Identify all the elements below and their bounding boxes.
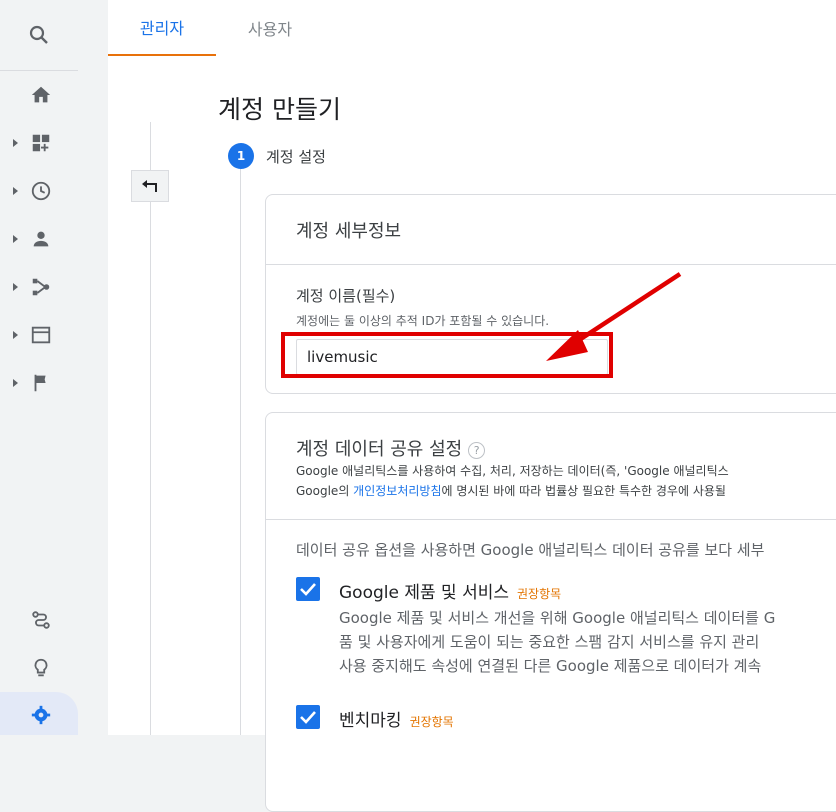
desc-prefix: Google의 bbox=[296, 484, 354, 498]
nav-attribution[interactable] bbox=[0, 600, 78, 640]
data-sharing-desc-line1: Google 애널리틱스를 사용하여 수집, 처리, 저장하는 데이터(즉, '… bbox=[296, 464, 729, 478]
card-divider bbox=[266, 264, 836, 265]
nav-audience[interactable] bbox=[0, 219, 78, 259]
nav-acquisition[interactable] bbox=[0, 267, 78, 307]
option-title: Google 제품 및 서비스 bbox=[339, 583, 509, 603]
nav-behavior[interactable] bbox=[0, 315, 78, 355]
option-benchmarking: 벤치마킹 권장항목 bbox=[339, 706, 454, 731]
data-sharing-desc-line2: Google의 개인정보처리방침에 명시된 바에 따라 법률상 필요한 특수한 … bbox=[296, 482, 726, 499]
expand-caret-icon bbox=[13, 187, 18, 195]
account-name-help: 계정에는 둘 이상의 추적 ID가 포함될 수 있습니다. bbox=[296, 314, 550, 328]
browser-window-icon bbox=[31, 326, 51, 344]
nav-home[interactable] bbox=[0, 75, 78, 115]
option-desc-line: 품 및 사용자에게 도움이 되는 중요한 스팸 감지 서비스를 유지 관리 bbox=[339, 633, 760, 651]
nav-customization[interactable] bbox=[0, 123, 78, 163]
option-desc-line: Google 제품 및 서비스 개선을 위해 Google 애널리틱스 데이터를… bbox=[339, 609, 776, 627]
back-arrow-icon bbox=[142, 180, 157, 192]
nav-conversions[interactable] bbox=[0, 363, 78, 403]
acquisition-icon bbox=[32, 278, 50, 296]
recommended-badge: 권장항목 bbox=[517, 587, 562, 601]
data-sharing-card: 계정 데이터 공유 설정? Google 애널리틱스를 사용하여 수집, 처리,… bbox=[265, 412, 836, 812]
left-sidebar bbox=[0, 0, 78, 735]
checkmark-icon bbox=[300, 711, 316, 724]
tab-user[interactable]: 사용자 bbox=[216, 0, 324, 56]
home-icon bbox=[31, 86, 51, 103]
sharing-intro: 데이터 공유 옵션을 사용하면 Google 애널리틱스 데이터 공유를 보다 … bbox=[296, 541, 765, 559]
expand-caret-icon bbox=[13, 379, 18, 387]
page-title: 계정 만들기 bbox=[218, 95, 341, 124]
expand-caret-icon bbox=[13, 331, 18, 339]
nav-admin[interactable] bbox=[0, 695, 78, 735]
dashboard-add-icon bbox=[32, 134, 50, 152]
top-tab-bar: 관리자 사용자 bbox=[108, 0, 836, 56]
step-line bbox=[240, 169, 241, 735]
nav-discover[interactable] bbox=[0, 648, 78, 688]
flag-icon bbox=[34, 374, 46, 392]
data-sharing-title: 계정 데이터 공유 설정? bbox=[296, 435, 486, 461]
help-icon[interactable]: ? bbox=[468, 441, 486, 459]
highlight-box-annotation bbox=[281, 332, 613, 378]
clock-icon bbox=[31, 181, 51, 201]
sidebar-divider bbox=[0, 70, 78, 71]
option-google-products: Google 제품 및 서비스 권장항목 bbox=[339, 578, 561, 603]
checkbox-benchmarking[interactable] bbox=[296, 705, 320, 729]
account-details-title: 계정 세부정보 bbox=[296, 221, 402, 242]
lightbulb-icon bbox=[34, 658, 48, 677]
main-content: 계정 만들기 1 계정 설정 계정 세부정보 계정 이름(필수) 계정에는 둘 … bbox=[108, 56, 836, 812]
back-button[interactable] bbox=[131, 170, 169, 202]
expand-caret-icon bbox=[13, 139, 18, 147]
card-divider bbox=[266, 519, 836, 520]
step-number-badge: 1 bbox=[228, 143, 254, 169]
attribution-path-icon bbox=[32, 611, 50, 629]
nav-realtime[interactable] bbox=[0, 171, 78, 211]
timeline-line bbox=[150, 122, 151, 735]
tab-admin[interactable]: 관리자 bbox=[108, 0, 216, 56]
option-title: 벤치마킹 bbox=[339, 711, 402, 731]
expand-caret-icon bbox=[13, 283, 18, 291]
checkmark-icon bbox=[300, 583, 316, 596]
checkbox-google-products[interactable] bbox=[296, 577, 320, 601]
option-desc-line: 사용 중지해도 속성에 연결된 다른 Google 제품으로 데이터가 계속 bbox=[339, 657, 762, 675]
account-details-card: 계정 세부정보 계정 이름(필수) 계정에는 둘 이상의 추적 ID가 포함될 … bbox=[265, 194, 836, 394]
expand-caret-icon bbox=[13, 235, 18, 243]
step-label: 계정 설정 bbox=[266, 148, 326, 166]
person-icon bbox=[33, 231, 49, 247]
recommended-badge: 권장항목 bbox=[409, 715, 454, 729]
desc-suffix: 에 명시된 바에 따라 법률상 필요한 특수한 경우에 사용될 bbox=[441, 484, 726, 498]
gear-icon bbox=[31, 705, 51, 725]
privacy-policy-link[interactable]: 개인정보처리방침 bbox=[353, 484, 441, 498]
data-sharing-title-text: 계정 데이터 공유 설정 bbox=[296, 439, 463, 460]
search-icon[interactable] bbox=[0, 0, 78, 70]
account-name-label: 계정 이름(필수) bbox=[296, 287, 396, 305]
